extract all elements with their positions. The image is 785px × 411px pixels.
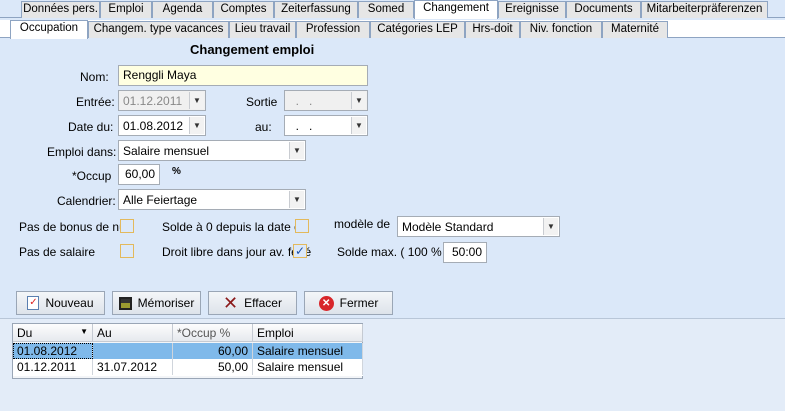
cell-emploi: Salaire mensuel xyxy=(253,359,363,375)
emploi-label: Emploi dans: xyxy=(47,145,117,159)
occup-label: *Occup xyxy=(72,169,112,183)
entree-combo[interactable]: 01.12.2011 ▼ xyxy=(118,90,206,111)
header-au[interactable]: Au xyxy=(93,324,173,342)
chevron-down-icon[interactable]: ▼ xyxy=(351,92,366,109)
table-row[interactable]: 01.12.2011 31.07.2012 50,00 Salaire mens… xyxy=(13,359,363,376)
tab-somed[interactable]: Somed xyxy=(358,1,414,18)
sortie-label: Sortie xyxy=(246,95,278,109)
pas-salaire-checkbox[interactable] xyxy=(120,244,134,258)
modele-combo[interactable]: Modèle Standard ▼ xyxy=(397,216,560,237)
memoriser-button[interactable]: Mémoriser xyxy=(112,291,201,315)
memoriser-label: Mémoriser xyxy=(137,296,195,310)
header-emploi[interactable]: Emploi xyxy=(253,324,363,342)
emploi-value: Salaire mensuel xyxy=(123,144,210,158)
sort-down-icon: ▼ xyxy=(80,327,88,336)
solde-max-input[interactable]: 50:00 xyxy=(443,242,487,263)
tab-maternite[interactable]: Maternité xyxy=(602,21,668,38)
cell-du: 01.08.2012 xyxy=(13,343,93,359)
occup-input[interactable]: 60,00 xyxy=(118,164,160,185)
cell-au xyxy=(93,343,173,359)
header-du[interactable]: Du ▼ xyxy=(13,324,93,342)
date-du-combo[interactable]: 01.08.2012 ▼ xyxy=(118,115,206,136)
tab-categories-lep[interactable]: Catégories LEP xyxy=(370,21,465,38)
checkmark-icon: ✓ xyxy=(294,244,306,258)
nom-label: Nom: xyxy=(80,70,109,84)
emploi-combo[interactable]: Salaire mensuel ▼ xyxy=(118,140,306,161)
chevron-down-icon[interactable]: ▼ xyxy=(189,92,204,109)
new-document-icon: ✓ xyxy=(27,296,40,310)
calendrier-value: Alle Feiertage xyxy=(123,193,198,207)
nouveau-button[interactable]: ✓ Nouveau xyxy=(16,291,105,315)
tab-donnees-pers[interactable]: Données pers. xyxy=(21,1,100,18)
au-value: . . xyxy=(289,119,313,133)
fermer-button[interactable]: ✕ Fermer xyxy=(304,291,393,315)
main-tabs: Données pers. Emploi Agenda Comptes Zeit… xyxy=(0,0,785,19)
tab-occupation[interactable]: Occupation xyxy=(10,20,88,39)
table-row[interactable]: 01.08.2012 60,00 Salaire mensuel xyxy=(13,343,363,359)
percent-label: % xyxy=(172,166,181,177)
cell-au: 31.07.2012 xyxy=(93,359,173,375)
tab-profession[interactable]: Profession xyxy=(296,21,370,38)
tab-comptes[interactable]: Comptes xyxy=(213,1,274,18)
tab-emploi[interactable]: Emploi xyxy=(100,1,152,18)
tab-mitarbeiterpraeferenzen[interactable]: Mitarbeiterpräferenzen xyxy=(641,1,768,18)
au-combo[interactable]: . . ▼ xyxy=(284,115,368,136)
tab-ereignisse[interactable]: Ereignisse xyxy=(498,1,566,18)
header-du-label: Du xyxy=(17,326,33,340)
delete-x-icon: ✕ xyxy=(223,293,239,313)
sortie-combo[interactable]: . . ▼ xyxy=(284,90,368,111)
cell-occup: 60,00 xyxy=(173,343,253,359)
chevron-down-icon[interactable]: ▼ xyxy=(289,142,304,159)
tab-changem-type-vacances[interactable]: Changem. type vacances xyxy=(88,21,229,38)
cell-emploi: Salaire mensuel xyxy=(253,343,363,359)
date-du-value: 01.08.2012 xyxy=(123,119,184,133)
solde0-label: Solde à 0 depuis la date de xyxy=(162,220,308,234)
nom-input[interactable]: Renggli Maya xyxy=(118,65,368,86)
tab-niv-fonction[interactable]: Niv. fonction xyxy=(520,21,602,38)
cell-occup: 50,00 xyxy=(173,359,253,375)
calendrier-combo[interactable]: Alle Feiertage ▼ xyxy=(118,189,306,210)
calendrier-label: Calendrier: xyxy=(57,194,116,208)
entree-label: Entrée: xyxy=(76,95,115,109)
tab-documents[interactable]: Documents xyxy=(566,1,641,18)
au-label: au: xyxy=(255,120,272,134)
chevron-down-icon[interactable]: ▼ xyxy=(289,191,304,208)
close-icon: ✕ xyxy=(318,295,334,311)
solde0-checkbox[interactable] xyxy=(295,219,309,233)
save-icon xyxy=(118,296,132,310)
tab-zeiterfassung[interactable]: Zeiterfassung xyxy=(274,1,358,18)
modele-value: Modèle Standard xyxy=(402,220,494,234)
effacer-label: Effacer xyxy=(244,296,282,310)
tab-hrs-doit[interactable]: Hrs-doit xyxy=(465,21,520,38)
effacer-button[interactable]: ✕ Effacer xyxy=(208,291,297,315)
modele-label: modèle de xyxy=(334,217,391,231)
nouveau-label: Nouveau xyxy=(45,296,94,310)
chevron-down-icon[interactable]: ▼ xyxy=(351,117,366,134)
droit-libre-label: Droit libre dans jour av. férié xyxy=(162,245,312,259)
pas-salaire-label: Pas de salaire xyxy=(19,245,96,259)
droit-libre-checkbox[interactable]: ✓ xyxy=(293,244,307,258)
date-du-label: Date du: xyxy=(68,120,114,134)
tab-lieu-travail[interactable]: Lieu travail xyxy=(229,21,296,38)
sortie-value: . . xyxy=(289,94,313,108)
fermer-label: Fermer xyxy=(339,296,379,310)
chevron-down-icon[interactable]: ▼ xyxy=(543,218,558,235)
cell-du: 01.12.2011 xyxy=(13,359,93,375)
bonus-nuit-label: Pas de bonus de nuit xyxy=(19,220,132,234)
bonus-nuit-checkbox[interactable] xyxy=(120,219,134,233)
sub-tabs: Occupation Changem. type vacances Lieu t… xyxy=(0,20,785,39)
entree-value: 01.12.2011 xyxy=(123,94,183,108)
occupation-grid[interactable]: Du ▼ Au *Occup % Emploi 01.08.2012 60,00 … xyxy=(12,323,363,379)
tab-agenda[interactable]: Agenda xyxy=(152,1,213,18)
header-occup[interactable]: *Occup % xyxy=(173,324,253,342)
solde-max-label: Solde max. ( 100 % ) xyxy=(337,245,450,259)
page-title: Changement emploi xyxy=(190,42,315,57)
chevron-down-icon[interactable]: ▼ xyxy=(189,117,204,134)
tab-changement[interactable]: Changement xyxy=(414,0,498,19)
